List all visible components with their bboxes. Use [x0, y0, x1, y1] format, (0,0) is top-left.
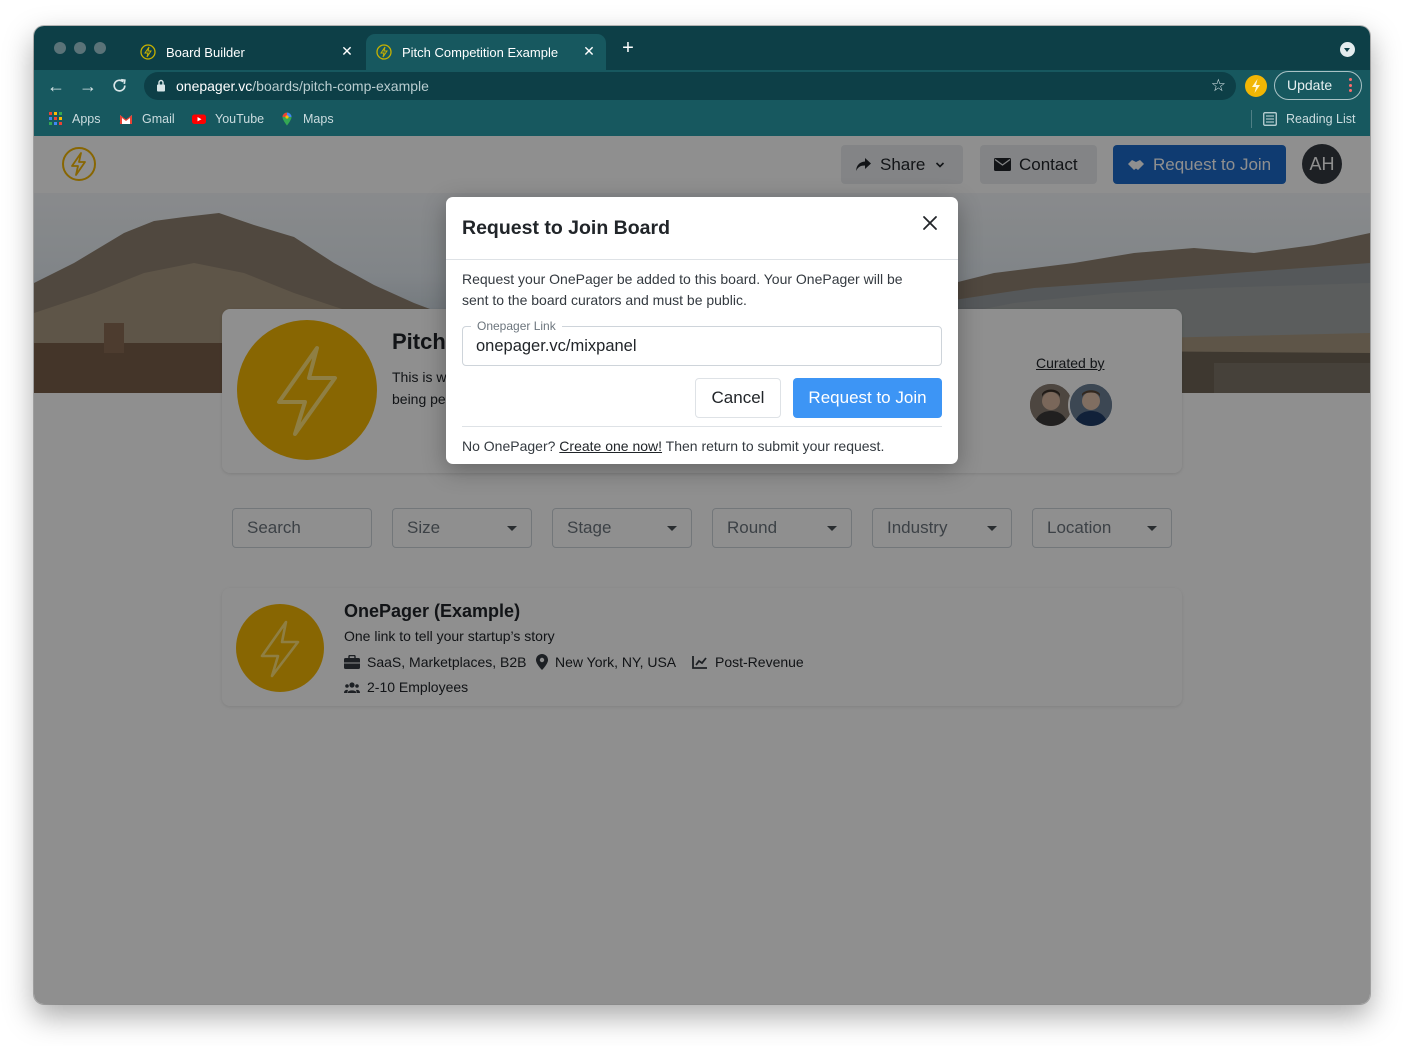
modal-footer-divider [462, 426, 942, 427]
bolt-favicon-icon [140, 44, 156, 60]
onepager-extension-icon[interactable] [1245, 75, 1267, 97]
forward-arrow-icon[interactable]: → [78, 76, 98, 96]
lock-icon [157, 79, 165, 92]
tab-search-icon[interactable] [1340, 42, 1355, 57]
maps-pin-icon [282, 112, 292, 126]
new-tab-icon[interactable]: + [618, 38, 638, 58]
tab-strip: Board Builder ✕ Pitch Competition Exampl… [34, 26, 1370, 70]
bookmarks-bar: Apps Gmail YouTube Maps Reading List [34, 102, 1370, 136]
request-to-join-modal: Request to Join Board Request your OnePa… [446, 197, 958, 464]
modal-title: Request to Join Board [462, 217, 671, 239]
onepager-link-field: Onepager Link [462, 319, 942, 366]
bookmark-gmail[interactable]: Gmail [119, 111, 175, 127]
gmail-icon [120, 115, 132, 124]
reload-icon[interactable] [111, 77, 128, 94]
bookmark-apps[interactable]: Apps [49, 111, 101, 127]
window-close-dot[interactable] [54, 42, 66, 54]
reading-list-icon [1263, 112, 1277, 126]
bookmark-star-icon[interactable]: ☆ [1211, 77, 1226, 95]
modal-footer-text: No OnePager? Create one now! Then return… [462, 438, 885, 454]
close-tab-icon[interactable]: ✕ [580, 42, 598, 60]
browser-window: Board Builder ✕ Pitch Competition Exampl… [34, 26, 1370, 1004]
onepager-link-input[interactable] [476, 337, 926, 356]
tab-board-builder[interactable]: Board Builder ✕ [130, 34, 364, 70]
window-maximize-dot[interactable] [94, 42, 106, 54]
request-to-join-button[interactable]: Request to Join [793, 378, 942, 418]
back-arrow-icon[interactable]: ← [46, 76, 66, 96]
close-icon[interactable] [920, 213, 940, 233]
more-menu-icon[interactable] [1349, 78, 1352, 92]
modal-body-text-line1: Request your OnePager be added to this b… [462, 271, 903, 287]
bolt-favicon-icon [376, 44, 392, 60]
url-text: onepager.vc/boards/pitch-comp-example [176, 78, 429, 94]
tab-title: Pitch Competition Example [402, 44, 559, 60]
update-button[interactable]: Update [1274, 71, 1362, 100]
modal-header-divider [446, 259, 958, 260]
bookmarks-divider [1251, 110, 1252, 128]
browser-toolbar: ← → onepager.vc/boards/pitch-comp-exampl… [34, 70, 1370, 102]
reading-list[interactable]: Reading List [1263, 111, 1356, 127]
address-bar[interactable]: onepager.vc/boards/pitch-comp-example ☆ [144, 72, 1236, 100]
bookmark-maps[interactable]: Maps [280, 111, 334, 127]
tab-title: Board Builder [166, 44, 245, 60]
bookmark-youtube[interactable]: YouTube [192, 111, 264, 127]
cancel-button[interactable]: Cancel [695, 378, 781, 418]
onepager-link-label: Onepager Link [471, 319, 562, 333]
tab-pitch-competition[interactable]: Pitch Competition Example ✕ [366, 34, 606, 70]
youtube-icon [192, 114, 206, 124]
web-page: Share Contact Request to Join AH Pitch T… [34, 136, 1370, 1004]
create-onepager-link[interactable]: Create one now! [559, 438, 662, 454]
modal-body-text-line2: sent to the board curators and must be p… [462, 292, 747, 308]
window-minimize-dot[interactable] [74, 42, 86, 54]
apps-grid-icon [49, 112, 62, 125]
close-tab-icon[interactable]: ✕ [338, 42, 356, 60]
